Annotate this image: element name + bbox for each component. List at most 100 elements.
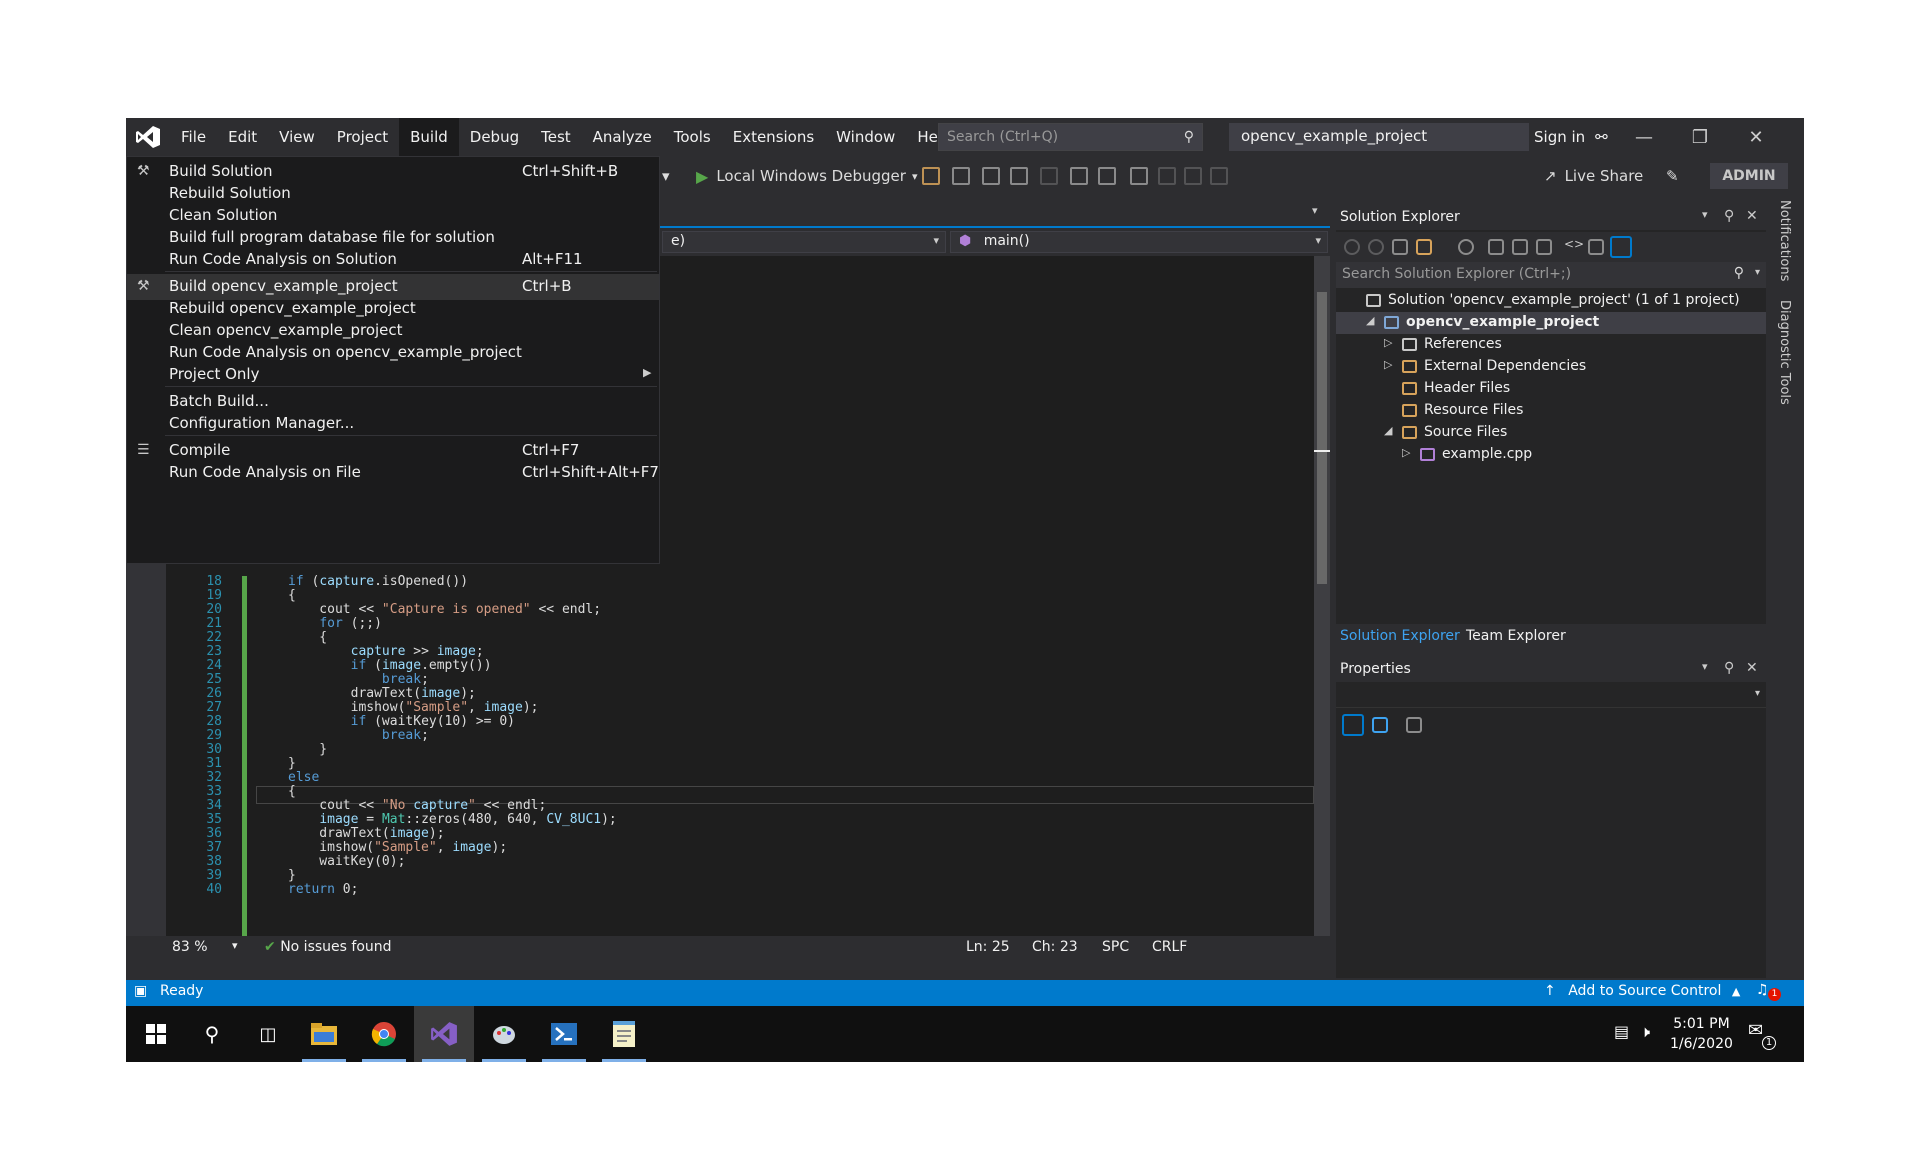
visual-studio-taskbar-icon[interactable] (414, 1006, 474, 1062)
sign-in-button[interactable]: Sign in ⚯ (1534, 118, 1608, 156)
volume-muted-icon[interactable]: 🕨 (1640, 1022, 1650, 1042)
menu-tools[interactable]: Tools (663, 118, 722, 156)
output-window-icon[interactable]: ▣ (134, 983, 147, 999)
zoom-level[interactable]: 83 % (172, 939, 208, 955)
categorized-icon[interactable] (1342, 714, 1364, 736)
build-menu-item-run-code-analysis-on-file[interactable]: Run Code Analysis on File Ctrl+Shift+Alt+… (127, 460, 659, 486)
windows-start-icon[interactable] (126, 1006, 186, 1062)
expand-arrow-icon[interactable]: ▷ (1384, 358, 1392, 371)
platform-dropdown-arrow-icon[interactable]: ▾ (662, 164, 670, 188)
menu-debug[interactable]: Debug (459, 118, 530, 156)
property-pages-wrench-icon[interactable] (1406, 717, 1422, 733)
whitespace-mode[interactable]: SPC (1102, 939, 1129, 955)
menu-extensions[interactable]: Extensions (722, 118, 825, 156)
back-icon[interactable] (1344, 239, 1360, 255)
pane-menu-icon[interactable]: ▾ (1702, 660, 1708, 673)
tree-item[interactable]: ◢ Source Files (1336, 422, 1766, 444)
switch-views-icon[interactable] (1416, 239, 1432, 255)
expand-arrow-icon[interactable]: ▷ (1384, 336, 1392, 349)
restore-icon[interactable]: ❐ (1672, 118, 1728, 156)
minimize-icon[interactable]: — (1616, 118, 1672, 156)
notifications-bell-icon[interactable]: ♫ (1756, 982, 1769, 998)
file-explorer-icon[interactable] (294, 1006, 354, 1062)
attach-icon[interactable] (922, 167, 940, 185)
line-ending-mode[interactable]: CRLF (1152, 939, 1187, 955)
tree-item[interactable]: ▷ External Dependencies (1336, 356, 1766, 378)
outdent-icon[interactable] (1098, 167, 1116, 185)
hierarchy-icon[interactable] (1010, 167, 1028, 185)
close-pane-icon[interactable]: ✕ (1746, 660, 1758, 676)
forward-icon[interactable] (1368, 239, 1384, 255)
close-pane-icon[interactable]: ✕ (1746, 208, 1758, 224)
code-line[interactable]: 40 return 0; (166, 882, 358, 899)
properties-wrench-icon[interactable] (1588, 239, 1604, 255)
search-input[interactable]: Search (Ctrl+Q) ⚲ (938, 123, 1203, 151)
visual-studio-logo-icon[interactable] (126, 118, 170, 156)
add-to-source-control-button[interactable]: ↑ Add to Source Control ▲ (1544, 983, 1740, 999)
pane-menu-icon[interactable]: ▾ (1702, 208, 1708, 221)
chrome-icon[interactable] (354, 1006, 414, 1062)
menu-file[interactable]: File (170, 118, 217, 156)
scrollbar-thumb[interactable] (1317, 292, 1327, 584)
vertical-scrollbar[interactable] (1314, 256, 1330, 936)
menu-window[interactable]: Window (825, 118, 906, 156)
pin-icon[interactable]: ⚲ (1724, 208, 1734, 224)
build-menu-item-configuration-manager[interactable]: Configuration Manager... (127, 411, 659, 437)
properties-object-dropdown[interactable]: ▾ (1336, 684, 1766, 708)
notifications-tab[interactable]: Notifications (1777, 200, 1792, 281)
build-menu-item-run-code-analysis-on-solution[interactable]: Run Code Analysis on Solution Alt+F11 (127, 247, 659, 273)
search-icon[interactable]: ⚲ (182, 1006, 242, 1062)
expand-arrow-icon[interactable]: ▷ (1402, 446, 1410, 459)
menu-view[interactable]: View (268, 118, 326, 156)
show-all-files-icon[interactable] (1536, 239, 1552, 255)
screenshot-icon[interactable] (952, 167, 970, 185)
action-center-icon[interactable]: ✉ (1748, 1020, 1763, 1041)
paint-icon[interactable] (474, 1006, 534, 1062)
notepad-icon[interactable] (594, 1006, 654, 1062)
indent-icon[interactable] (1070, 167, 1088, 185)
collapse-arrow-icon[interactable]: ◢ (1384, 424, 1392, 437)
local-windows-debugger-button[interactable]: ▶ Local Windows Debugger ▾ (696, 164, 917, 188)
home-icon[interactable] (1392, 239, 1408, 255)
powershell-icon[interactable] (534, 1006, 594, 1062)
system-clock[interactable]: 5:01 PM 1/6/2020 (1670, 1014, 1733, 1054)
split-editor-icon[interactable]: ✚ (1316, 256, 1328, 258)
menu-build[interactable]: Build (399, 118, 459, 156)
tab-well-dropdown-icon[interactable]: ▾ (1312, 204, 1318, 217)
tab-team-explorer[interactable]: Team Explorer (1466, 628, 1566, 644)
diagnostic-tools-tab[interactable]: Diagnostic Tools (1777, 300, 1792, 405)
collapse-arrow-icon[interactable]: ◢ (1366, 314, 1374, 327)
solution-explorer-search-input[interactable]: Search Solution Explorer (Ctrl+;) ⚲ ▾ (1336, 262, 1766, 288)
alphabetical-icon[interactable] (1372, 717, 1388, 733)
pending-changes-icon[interactable] (1458, 239, 1474, 255)
tree-item[interactable]: Resource Files (1336, 400, 1766, 422)
close-icon[interactable]: ✕ (1728, 118, 1784, 156)
tree-item[interactable]: ▷ example.cpp (1336, 444, 1766, 466)
search-options-icon[interactable]: ▾ (1755, 267, 1760, 278)
network-icon[interactable]: ▤ (1614, 1022, 1629, 1041)
menu-test[interactable]: Test (530, 118, 582, 156)
view-code-icon[interactable]: <> (1564, 237, 1584, 253)
live-share-button[interactable]: ↗ Live Share (1544, 164, 1643, 188)
issues-indicator[interactable]: ✔ No issues found (264, 939, 392, 955)
bookmark-icon[interactable] (1130, 167, 1148, 185)
tree-item[interactable]: Header Files (1336, 378, 1766, 400)
sync-icon[interactable] (1488, 239, 1504, 255)
build-menu-item-project-only[interactable]: Project Only ▶ (127, 362, 659, 388)
tree-item[interactable]: ◢ opencv_example_project (1336, 312, 1766, 334)
tab-solution-explorer[interactable]: Solution Explorer (1340, 628, 1460, 644)
preview-selected-icon[interactable] (1610, 236, 1632, 258)
feedback-icon[interactable]: ✎ (1666, 164, 1679, 188)
menu-project[interactable]: Project (326, 118, 399, 156)
admin-badge[interactable]: ADMIN (1710, 163, 1788, 189)
pin-icon[interactable]: ⚲ (1724, 660, 1734, 676)
tree-item[interactable]: Solution 'opencv_example_project' (1 of … (1336, 290, 1766, 312)
menu-edit[interactable]: Edit (217, 118, 268, 156)
scope-dropdown[interactable]: e) ▾ (662, 231, 946, 253)
collapse-all-icon[interactable] (1512, 239, 1528, 255)
step-icon[interactable] (982, 167, 1000, 185)
zoom-dropdown-icon[interactable]: ▾ (232, 939, 238, 952)
task-view-icon[interactable]: ◫ (238, 1006, 298, 1062)
member-dropdown[interactable]: ⬢ main() ▾ (950, 231, 1328, 253)
menu-analyze[interactable]: Analyze (582, 118, 663, 156)
